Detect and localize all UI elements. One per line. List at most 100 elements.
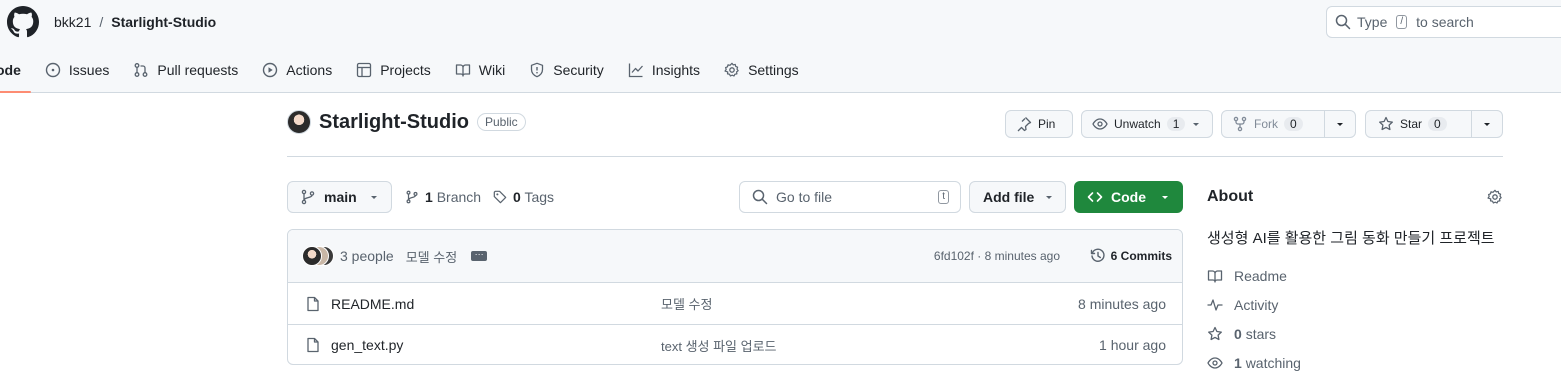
fork-button-label: Fork xyxy=(1254,117,1278,131)
history-icon xyxy=(1090,248,1106,264)
file-name-link[interactable]: README.md xyxy=(331,296,414,312)
file-name-link[interactable]: gen_text.py xyxy=(331,337,403,353)
watching-link[interactable]: 1 watching xyxy=(1207,355,1301,371)
gear-icon[interactable] xyxy=(1487,189,1503,205)
tag-count-label: Tags xyxy=(524,189,555,205)
chevron-down-icon xyxy=(1160,192,1170,202)
unwatch-button[interactable]: Unwatch 1 xyxy=(1081,110,1213,138)
branch-count-label: Branch xyxy=(436,189,482,205)
file-row[interactable]: gen_text.py text 생성 파일 업로드 1 hour ago xyxy=(288,324,1182,364)
breadcrumb-owner-link[interactable]: bkk21 xyxy=(54,14,91,30)
file-icon xyxy=(305,337,321,353)
stars-count: 0 xyxy=(1234,326,1242,342)
file-commit-message[interactable]: text 생성 파일 업로드 xyxy=(661,336,777,355)
file-icon xyxy=(305,296,321,312)
branch-selector-button[interactable]: main xyxy=(287,181,392,213)
watching-label: watching xyxy=(1245,355,1301,371)
file-browser: 3 people 모델 수정 ··· 6fd102f · 8 minutes a… xyxy=(287,229,1183,365)
star-counter: 0 xyxy=(1428,117,1447,131)
repo-title-row: Starlight-Studio Public xyxy=(287,110,526,134)
star-button[interactable]: Star 0 xyxy=(1366,111,1471,137)
readme-label: Readme xyxy=(1234,268,1287,284)
eye-icon xyxy=(1092,116,1108,132)
tab-insights[interactable]: Insights xyxy=(616,50,712,90)
search-placeholder-suffix: to search xyxy=(1416,14,1474,30)
search-icon xyxy=(1335,14,1351,30)
tab-pull-requests[interactable]: Pull requests xyxy=(121,50,250,90)
chevron-down-icon xyxy=(1335,119,1345,129)
tag-count: 0 xyxy=(513,189,521,205)
file-commit-message[interactable]: 모델 수정 xyxy=(661,294,712,313)
owner-avatar[interactable] xyxy=(287,110,311,134)
gear-icon xyxy=(724,62,740,78)
branches-link[interactable]: 1 Branch xyxy=(405,189,481,205)
about-description: 생성형 AI를 활용한 그림 동화 만들기 프로젝트 xyxy=(1207,230,1495,247)
commit-details-toggle[interactable]: ··· xyxy=(471,250,488,261)
tab-wiki[interactable]: Wiki xyxy=(443,50,517,90)
readme-link[interactable]: Readme xyxy=(1207,268,1287,284)
file-commit-age: 8 minutes ago xyxy=(1078,295,1166,312)
tab-wiki-label: Wiki xyxy=(478,62,506,78)
star-icon xyxy=(1378,116,1394,132)
table-icon xyxy=(356,62,372,78)
book-icon xyxy=(455,62,471,78)
tab-code[interactable]: ode xyxy=(0,50,33,93)
tab-security[interactable]: Security xyxy=(517,50,616,90)
pulse-icon xyxy=(1207,297,1223,313)
stars-link[interactable]: 0 stars xyxy=(1207,326,1276,342)
activity-link[interactable]: Activity xyxy=(1207,297,1278,313)
latest-commit-row: 3 people 모델 수정 ··· 6fd102f · 8 minutes a… xyxy=(288,230,1182,283)
tab-actions[interactable]: Actions xyxy=(250,50,344,90)
about-heading: About xyxy=(1207,188,1254,205)
stars-label: stars xyxy=(1245,326,1277,342)
pin-button[interactable]: Pin xyxy=(1005,110,1073,138)
repo-header-divider xyxy=(287,156,1503,157)
tab-issues[interactable]: Issues xyxy=(33,50,121,90)
fork-dropdown-button[interactable] xyxy=(1324,111,1355,137)
go-to-file-shortcut-key: t xyxy=(938,190,949,204)
chevron-down-icon xyxy=(1191,119,1201,129)
global-search-input[interactable]: Type / to search xyxy=(1326,6,1561,38)
tab-issues-label: Issues xyxy=(68,62,110,78)
tab-settings-label: Settings xyxy=(748,62,799,78)
branch-count: 1 xyxy=(425,189,433,205)
github-logo-icon[interactable] xyxy=(7,6,39,38)
unwatch-button-label: Unwatch xyxy=(1114,117,1161,131)
search-placeholder-prefix: Type xyxy=(1357,14,1388,30)
tab-code-label: ode xyxy=(0,62,21,78)
eye-icon xyxy=(1207,355,1223,371)
graph-icon xyxy=(628,62,644,78)
tab-insights-label: Insights xyxy=(651,62,701,78)
tag-icon xyxy=(493,190,507,204)
code-button[interactable]: Code xyxy=(1074,181,1183,213)
latest-commit-message[interactable]: 모델 수정 xyxy=(406,247,457,266)
repo-nav: ode Issues Pull requests Actions Project… xyxy=(0,50,811,93)
activity-label: Activity xyxy=(1234,297,1279,313)
issue-icon xyxy=(45,62,61,78)
file-row[interactable]: README.md 모델 수정 8 minutes ago xyxy=(288,283,1182,324)
contributor-avatars[interactable] xyxy=(302,246,334,266)
watching-count: 1 xyxy=(1234,355,1242,371)
code-button-label: Code xyxy=(1111,189,1146,205)
go-to-file-input[interactable]: Go to file t xyxy=(739,181,961,213)
commit-authors-link[interactable]: 3 people xyxy=(340,248,394,264)
branch-icon xyxy=(405,190,419,204)
fork-button[interactable]: Fork 0 xyxy=(1222,111,1324,137)
add-file-button-label: Add file xyxy=(983,189,1035,205)
tags-link[interactable]: 0 Tags xyxy=(493,189,554,205)
tab-projects[interactable]: Projects xyxy=(344,50,443,90)
tab-settings[interactable]: Settings xyxy=(712,50,811,90)
commits-count-label: 6 Commits xyxy=(1110,249,1172,263)
commits-history-link[interactable]: 6 Commits xyxy=(1090,248,1172,264)
star-dropdown-button[interactable] xyxy=(1471,111,1502,137)
commit-sha-and-age[interactable]: 6fd102f · 8 minutes ago xyxy=(934,249,1060,263)
repo-title[interactable]: Starlight-Studio xyxy=(319,111,469,134)
file-commit-age: 1 hour ago xyxy=(1099,337,1166,353)
add-file-button[interactable]: Add file xyxy=(969,181,1066,213)
chevron-down-icon xyxy=(1482,119,1492,129)
shield-icon xyxy=(529,62,545,78)
tab-actions-label: Actions xyxy=(286,62,333,78)
branch-icon xyxy=(300,189,316,205)
app-header: bkk21 / Starlight-Studio Type / to search … xyxy=(0,0,1561,93)
breadcrumb-repo-link[interactable]: Starlight-Studio xyxy=(111,14,216,30)
